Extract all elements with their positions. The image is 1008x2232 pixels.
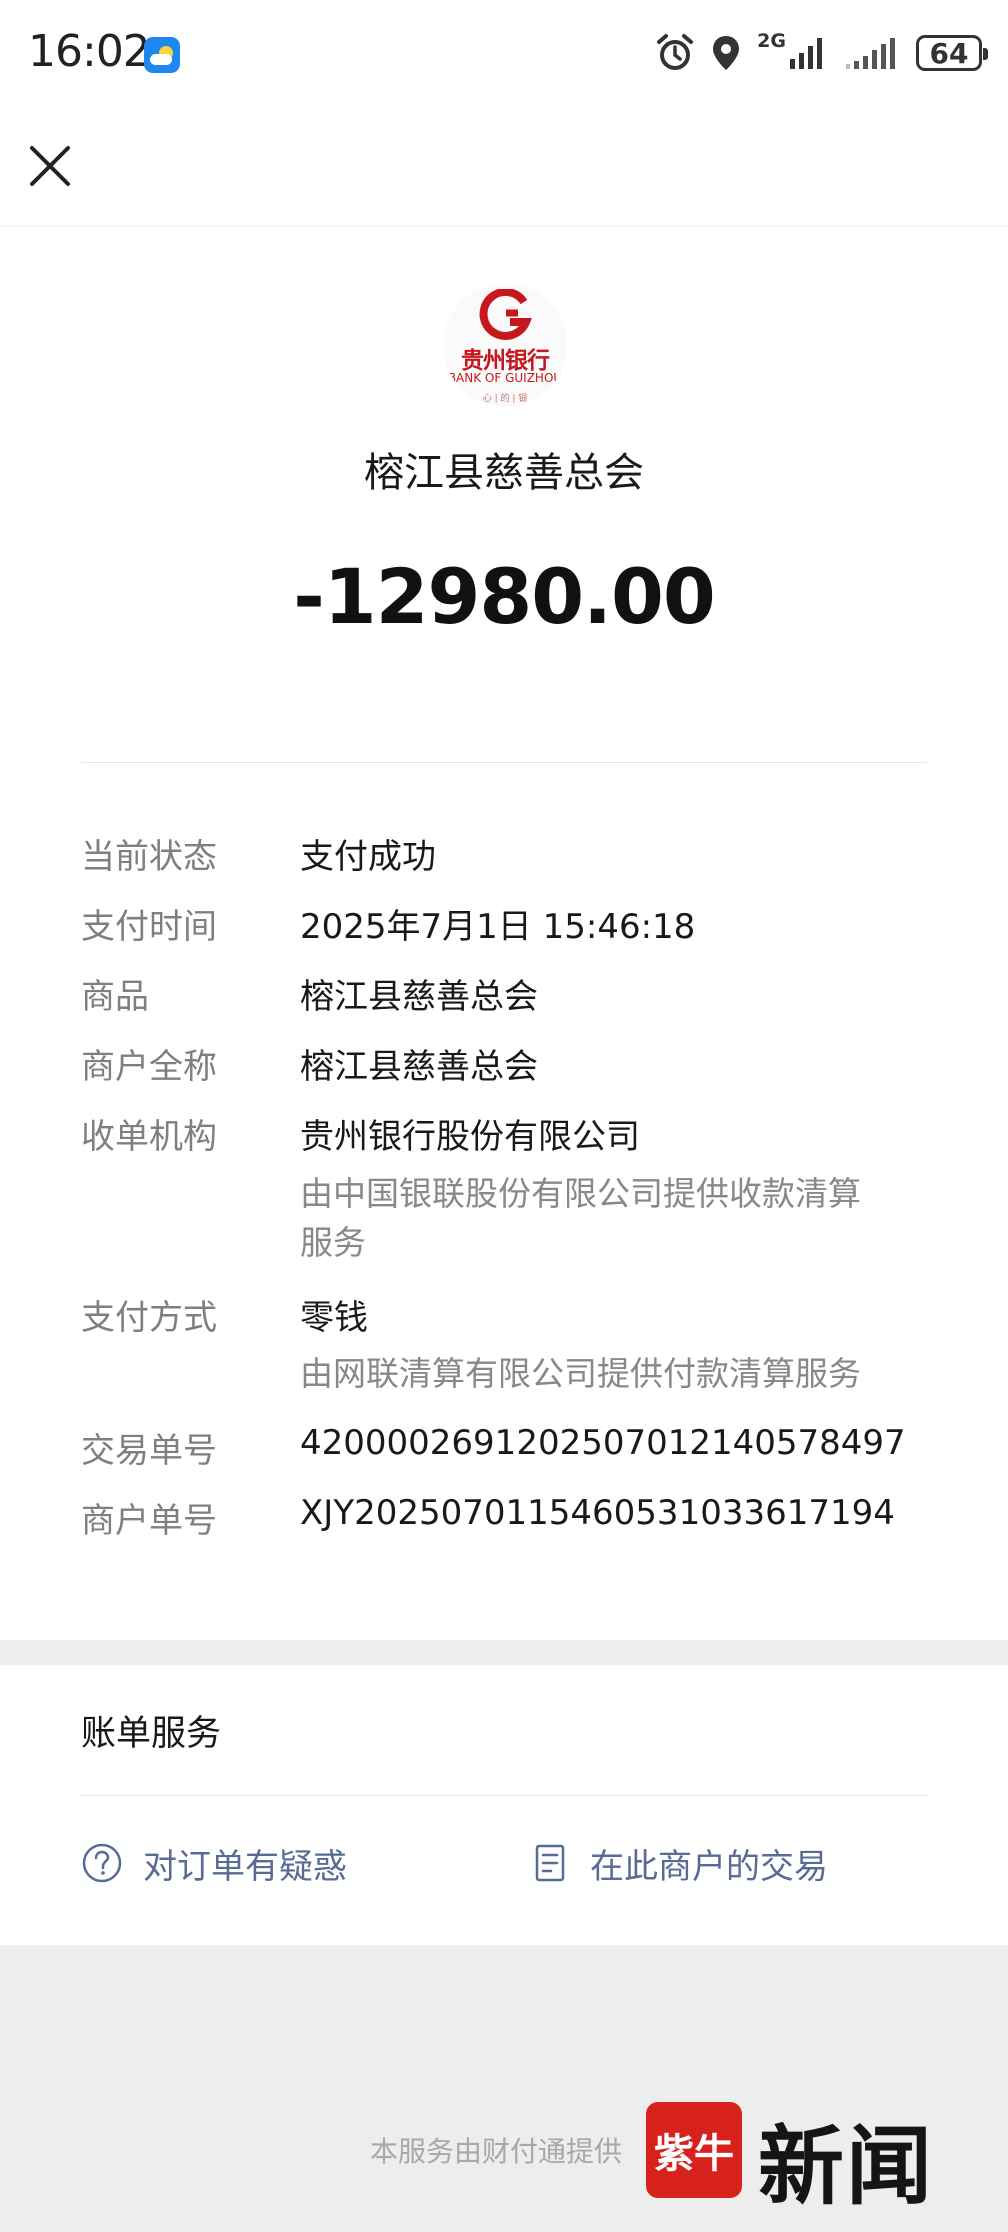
merchant-transactions-link[interactable]: 在此商户的交易 (530, 1838, 828, 1888)
document-icon (535, 1844, 565, 1882)
payment-amount: -12980.00 (293, 552, 716, 641)
merchant-transactions-label: 在此商户的交易 (590, 1846, 828, 1887)
detail-note-payment-method: 由网联清算有限公司提供付款清算服务 (300, 1354, 861, 1393)
order-doubt-link[interactable]: 对订单有疑惑 (81, 1838, 347, 1888)
provider-footer: 本服务由财付通提供 (370, 2135, 623, 2168)
network-type: 2G (757, 30, 786, 52)
weather-app-icon (144, 37, 180, 73)
status-bar: 16:02 2G 64 (0, 0, 1008, 108)
location-icon (713, 36, 740, 70)
detail-note-acquirer-line1: 由中国银联股份有限公司提供收款清算 (300, 1174, 861, 1213)
detail-value-time: 2025年7月1日 15:46:18 (300, 907, 696, 947)
detail-label-goods: 商品 (81, 977, 149, 1017)
news-watermark: 紫牛 新闻 (646, 2096, 976, 2217)
detail-label-time: 支付时间 (81, 907, 217, 947)
bank-logo-name: 贵州银行 (461, 347, 550, 374)
bill-services-section: 账单服务 对订单有疑惑 在此商户的交易 (0, 1665, 1008, 1945)
detail-value-merchant-fullname: 榕江县慈善总会 (300, 1047, 538, 1087)
merchant-logo: 贵州银行 BANK OF GUIZHOU 心 | 的 | 银 (443, 283, 567, 407)
top-bar (0, 108, 1008, 227)
signal-icon (790, 38, 822, 69)
detail-label-merchant-fullname: 商户全称 (81, 1047, 217, 1087)
merchant-name: 榕江县慈善总会 (364, 450, 644, 496)
detail-label-acquirer: 收单机构 (81, 1117, 217, 1157)
watermark-text: 新闻 (758, 2116, 934, 2217)
services-divider (81, 1795, 927, 1796)
status-icons: 2G 64 (655, 30, 988, 76)
bill-services-title: 账单服务 (81, 1714, 222, 1754)
battery-indicator: 64 (916, 35, 988, 71)
bank-logo-sub: 心 | 的 | 银 (482, 394, 528, 404)
bank-logo-icon (479, 289, 532, 340)
detail-label-payment-method: 支付方式 (81, 1298, 217, 1338)
detail-value-merchant-order-no[interactable]: XJY2025070115460531033617194 (300, 1493, 910, 1533)
amount-divider (81, 762, 927, 763)
detail-value-goods: 榕江县慈善总会 (300, 977, 538, 1017)
detail-label-status: 当前状态 (81, 837, 217, 877)
detail-value-transaction-no[interactable]: 4200002691202507012140578497 (300, 1423, 910, 1463)
watermark-badge: 紫牛 (646, 2102, 742, 2198)
status-time: 16:02 (28, 26, 151, 77)
bank-logo-english: BANK OF GUIZHOU (447, 371, 563, 385)
detail-value-status: 支付成功 (300, 837, 436, 877)
receipt-card: 贵州银行 BANK OF GUIZHOU 心 | 的 | 银 榕江县慈善总会 -… (0, 227, 1008, 1640)
signal-icon-secondary (846, 38, 895, 69)
alarm-icon (657, 34, 694, 70)
detail-value-acquirer: 贵州银行股份有限公司 (300, 1117, 640, 1157)
detail-value-payment-method: 零钱 (300, 1298, 368, 1338)
detail-note-acquirer-line2: 服务 (300, 1223, 366, 1262)
detail-label-merchant-order-no: 商户单号 (81, 1501, 217, 1541)
close-button[interactable] (18, 134, 82, 198)
order-doubt-label: 对订单有疑惑 (143, 1846, 347, 1887)
battery-level: 64 (929, 36, 969, 70)
question-icon (82, 1843, 122, 1883)
close-icon (30, 146, 70, 186)
detail-label-transaction-no: 交易单号 (81, 1431, 217, 1471)
